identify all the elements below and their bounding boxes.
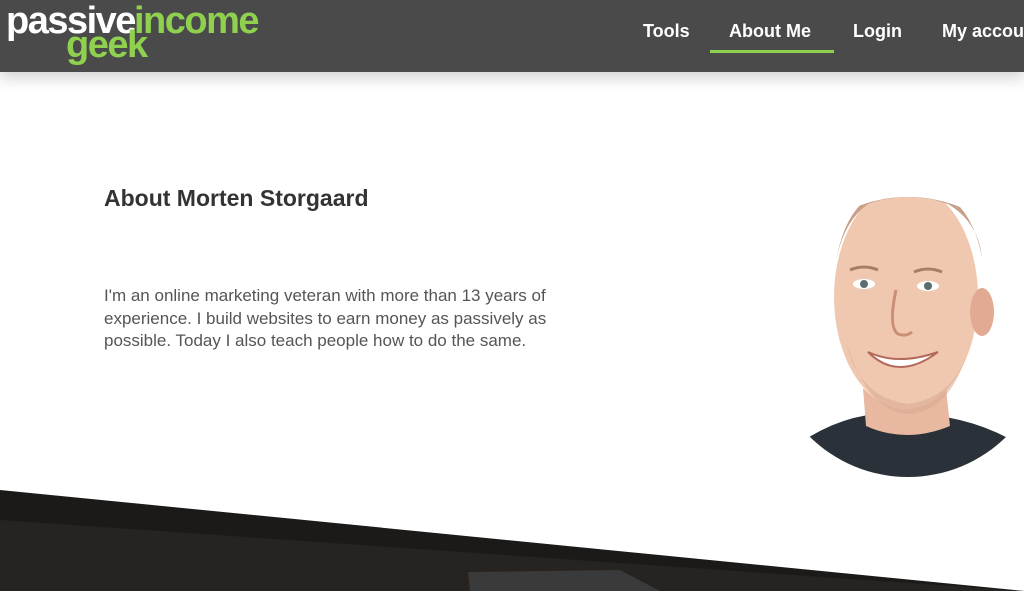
nav-active-indicator (710, 50, 834, 53)
nav-item-my-account[interactable]: My accou (942, 21, 1024, 42)
dark-footer-band (0, 490, 1024, 591)
nav-item-about-me[interactable]: About Me (729, 21, 811, 42)
site-header: passive income geek Tools About Me Login… (0, 0, 1024, 72)
nav-item-login[interactable]: Login (853, 21, 902, 42)
main-nav: Tools About Me Login My accou (0, 0, 1024, 72)
page-title: About Morten Storgaard (104, 185, 369, 211)
author-bio: I'm an online marketing veteran with mor… (104, 286, 547, 350)
nav-item-tools[interactable]: Tools (643, 21, 690, 42)
author-avatar (788, 197, 1018, 477)
